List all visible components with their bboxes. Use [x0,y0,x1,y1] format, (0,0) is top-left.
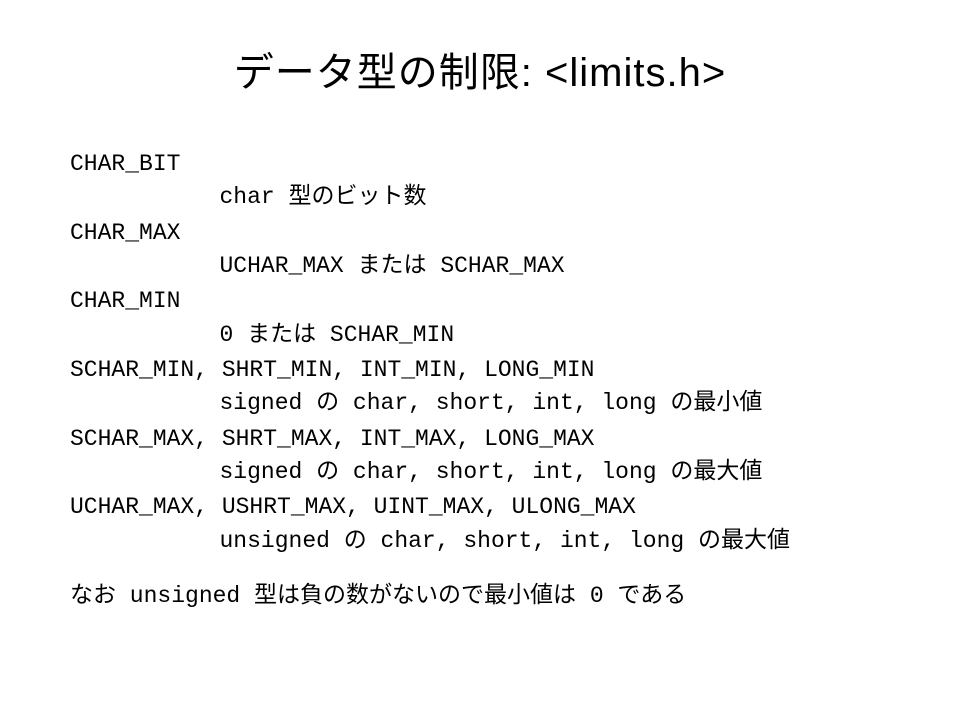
definition-term: SCHAR_MAX, SHRT_MAX, INT_MAX, LONG_MAX [70,423,890,456]
definition-desc: UCHAR_MAX または SCHAR_MAX [70,250,890,283]
definition-desc: signed の char, short, int, long の最大値 [70,456,890,489]
definition-term: CHAR_BIT [70,148,890,181]
definition-term: CHAR_MAX [70,217,890,250]
footnote: なお unsigned 型は負の数がないので最小値は 0 である [70,580,890,613]
slide: データ型の制限: <limits.h> CHAR_BIT char 型のビット数… [0,0,960,720]
definition-desc: signed の char, short, int, long の最小値 [70,387,890,420]
definition-term: SCHAR_MIN, SHRT_MIN, INT_MIN, LONG_MIN [70,354,890,387]
definition-term: CHAR_MIN [70,285,890,318]
definition-desc: unsigned の char, short, int, long の最大値 [70,525,890,558]
slide-title: データ型の制限: <limits.h> [70,40,890,98]
slide-content: CHAR_BIT char 型のビット数 CHAR_MAX UCHAR_MAX … [70,148,890,613]
definition-term: UCHAR_MAX, USHRT_MAX, UINT_MAX, ULONG_MA… [70,491,890,524]
definition-desc: char 型のビット数 [70,181,890,214]
definition-desc: 0 または SCHAR_MIN [70,319,890,352]
